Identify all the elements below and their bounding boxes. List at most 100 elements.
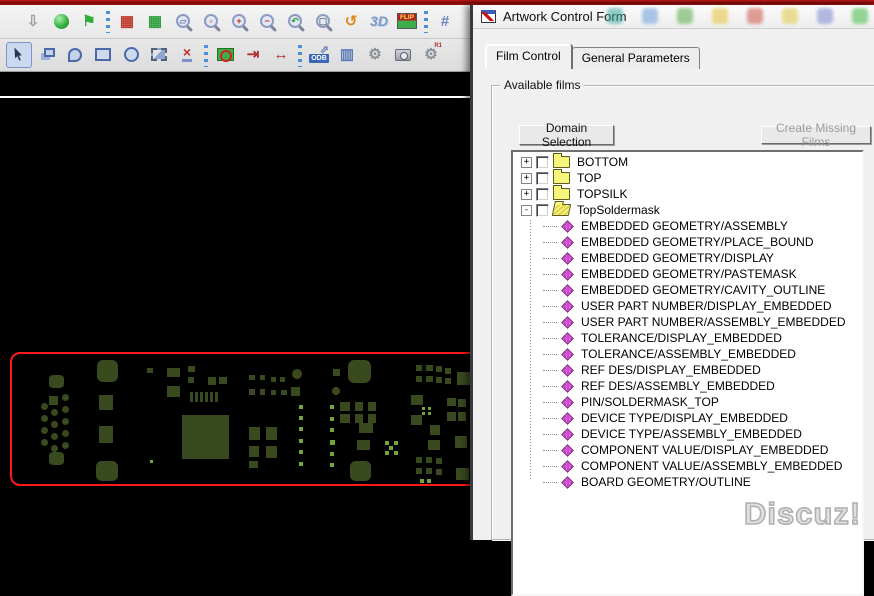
pcb-pad (385, 451, 389, 455)
view-3d-icon[interactable]: 3D (366, 8, 392, 34)
arc-shape-icon[interactable] (62, 42, 88, 68)
pcb-pad (210, 392, 213, 402)
tree-item-tolerance-assembly-embedded[interactable]: TOLERANCE/ASSEMBLY_EMBEDDED (513, 346, 862, 362)
zoom-in-icon[interactable]: + (226, 8, 252, 34)
delete-icon[interactable]: × (174, 42, 200, 68)
pcb-pad (456, 468, 469, 480)
pcb-pad (430, 425, 440, 435)
pcb-pad (426, 365, 433, 371)
tree-checkbox[interactable] (536, 155, 549, 169)
tree-item-tolerance-display-embedded[interactable]: TOLERANCE/DISPLAY_EMBEDDED (513, 330, 862, 346)
pin-icon[interactable]: ⚑ (76, 8, 102, 34)
create-missing-films-button[interactable]: Create Missing Films (761, 121, 871, 149)
tree-checkbox[interactable] (536, 171, 549, 185)
pcb-pad (355, 402, 363, 411)
odb-export-icon-label: ODB (309, 54, 329, 63)
tree-branch-dots (543, 225, 557, 227)
pcb-canvas[interactable] (0, 72, 470, 540)
tree-item-ref-des-assembly-embedded[interactable]: REF DES/ASSEMBLY_EMBEDDED (513, 378, 862, 394)
tree-expander-icon[interactable]: + (521, 156, 532, 168)
undo-icon[interactable]: ↺ (338, 8, 364, 34)
zoom-fit-icon[interactable]: ▫ (198, 8, 224, 34)
odb-export-icon[interactable]: ODB (306, 42, 332, 68)
tree-item-topsilk[interactable]: + TOPSILK (513, 185, 862, 202)
tree-item-bottom[interactable]: + BOTTOM (513, 153, 862, 170)
tree-item-device-type-assembly-embedded[interactable]: DEVICE TYPE/ASSEMBLY_EMBEDDED (513, 426, 862, 442)
pcb-pad (291, 387, 300, 396)
zoom-out-icon[interactable]: − (254, 8, 280, 34)
board-outline (10, 352, 470, 486)
zoom-previous-icon[interactable]: ↶ (282, 8, 308, 34)
ghost-icon (642, 8, 658, 24)
snapshot-icon[interactable] (390, 42, 416, 68)
tree-item-pin-soldermask-top[interactable]: PIN/SOLDERMASK_TOP (513, 394, 862, 410)
tree-item-label: REF DES/ASSEMBLY_EMBEDDED (581, 379, 775, 393)
tab-film-control[interactable]: Film Control (485, 44, 572, 69)
zoom-points-icon[interactable]: ▱ (170, 8, 196, 34)
tree-expander-icon[interactable]: - (521, 204, 532, 216)
copy-shape-icon[interactable] (34, 42, 60, 68)
tree-item-label: DEVICE TYPE/ASSEMBLY_EMBEDDED (581, 427, 802, 441)
unrats-all-icon[interactable]: ▦ (142, 8, 168, 34)
rect-shape-icon[interactable] (90, 42, 116, 68)
tree-item-board-geometry-outline[interactable]: BOARD GEOMETRY/OUTLINE (513, 474, 862, 490)
select-shape-icon[interactable] (146, 42, 172, 68)
dialog-titlebar[interactable]: Artwork Control Form (473, 5, 874, 29)
tree-item-user-part-number-display-embedded[interactable]: USER PART NUMBER/DISPLAY_EMBEDDED (513, 298, 862, 314)
fix-r1-icon[interactable]: ⚙ R1 (418, 42, 444, 68)
tree-item-embedded-geometry-display[interactable]: EMBEDDED GEOMETRY/DISPLAY (513, 250, 862, 266)
zoom-selection-icon[interactable]: ▢ (310, 8, 336, 34)
pcb-pad (215, 392, 218, 402)
tree-item-component-value-assembly-embedded[interactable]: COMPONENT VALUE/ASSEMBLY_EMBEDDED (513, 458, 862, 474)
pcb-pad (41, 439, 48, 446)
pcb-pad (422, 407, 425, 410)
tree-item-device-type-display-embedded[interactable]: DEVICE TYPE/DISPLAY_EMBEDDED (513, 410, 862, 426)
tree-item-embedded-geometry-place-bound[interactable]: EMBEDDED GEOMETRY/PLACE_BOUND (513, 234, 862, 250)
tree-item-embedded-geometry-pastemask[interactable]: EMBEDDED GEOMETRY/PASTEMASK (513, 266, 862, 282)
tree-item-user-part-number-assembly-embedded[interactable]: USER PART NUMBER/ASSEMBLY_EMBEDDED (513, 314, 862, 330)
tree-item-component-value-display-embedded[interactable]: COMPONENT VALUE/DISPLAY_EMBEDDED (513, 442, 862, 458)
select-cursor-icon[interactable] (6, 41, 32, 68)
pcb-pad (150, 460, 153, 463)
tree-item-topsoldermask[interactable]: - TopSoldermask (513, 202, 862, 218)
film-diamond-icon (561, 443, 574, 457)
import-icon[interactable]: ⇩ (20, 8, 46, 34)
tree-item-embedded-geometry-cavity-outline[interactable]: EMBEDDED GEOMETRY/CAVITY_OUTLINE (513, 282, 862, 298)
tree-item-ref-des-display-embedded[interactable]: REF DES/DISPLAY_EMBEDDED (513, 362, 862, 378)
pcb-pad (299, 462, 303, 466)
tree-checkbox[interactable] (536, 187, 549, 201)
board-view-icon[interactable] (212, 42, 238, 68)
tree-item-label: EMBEDDED GEOMETRY/ASSEMBLY (581, 219, 788, 233)
tree-expander-icon[interactable]: + (521, 188, 532, 200)
pcb-pad (368, 402, 376, 411)
dimension-span-icon[interactable]: ↔ (268, 42, 294, 68)
pcb-pad (436, 469, 442, 475)
flip-board-icon[interactable]: FLIP (394, 8, 420, 34)
tree-branch-dots (543, 241, 557, 243)
open-folder-icon (551, 204, 572, 216)
tree-item-label: USER PART NUMBER/DISPLAY_EMBEDDED (581, 299, 832, 313)
shove-sphere-icon[interactable] (48, 8, 74, 34)
pcb-pad (167, 368, 180, 377)
film-diamond-icon (561, 411, 574, 425)
tree-item-embedded-geometry-assembly[interactable]: EMBEDDED GEOMETRY/ASSEMBLY (513, 218, 862, 234)
pcb-pad (428, 440, 440, 450)
tree-item-top[interactable]: + TOP (513, 169, 862, 186)
pcb-pad (458, 399, 466, 407)
grid-toggle-icon[interactable]: # (432, 8, 458, 34)
circle-shape-icon[interactable] (118, 42, 144, 68)
tools-icon[interactable]: ⚙ (362, 42, 388, 68)
tree-branch-dots (543, 321, 557, 323)
domain-selection-button[interactable]: Domain Selection (519, 121, 614, 149)
rats-all-icon[interactable]: ▦ (114, 8, 140, 34)
toolbar-separator (104, 9, 112, 33)
pcb-pad (330, 428, 334, 432)
pcb-pad (445, 368, 451, 374)
tree-checkbox[interactable] (536, 203, 549, 217)
tree-expander-icon[interactable]: + (521, 172, 532, 184)
column-view-icon[interactable]: ▥ (334, 42, 360, 68)
dimension-edge-icon[interactable]: ⇥ (240, 42, 266, 68)
dialog-body: Film Control General Parameters Availabl… (473, 30, 874, 596)
tab-general-parameters[interactable]: General Parameters (571, 47, 700, 69)
pcb-pad (188, 377, 194, 383)
